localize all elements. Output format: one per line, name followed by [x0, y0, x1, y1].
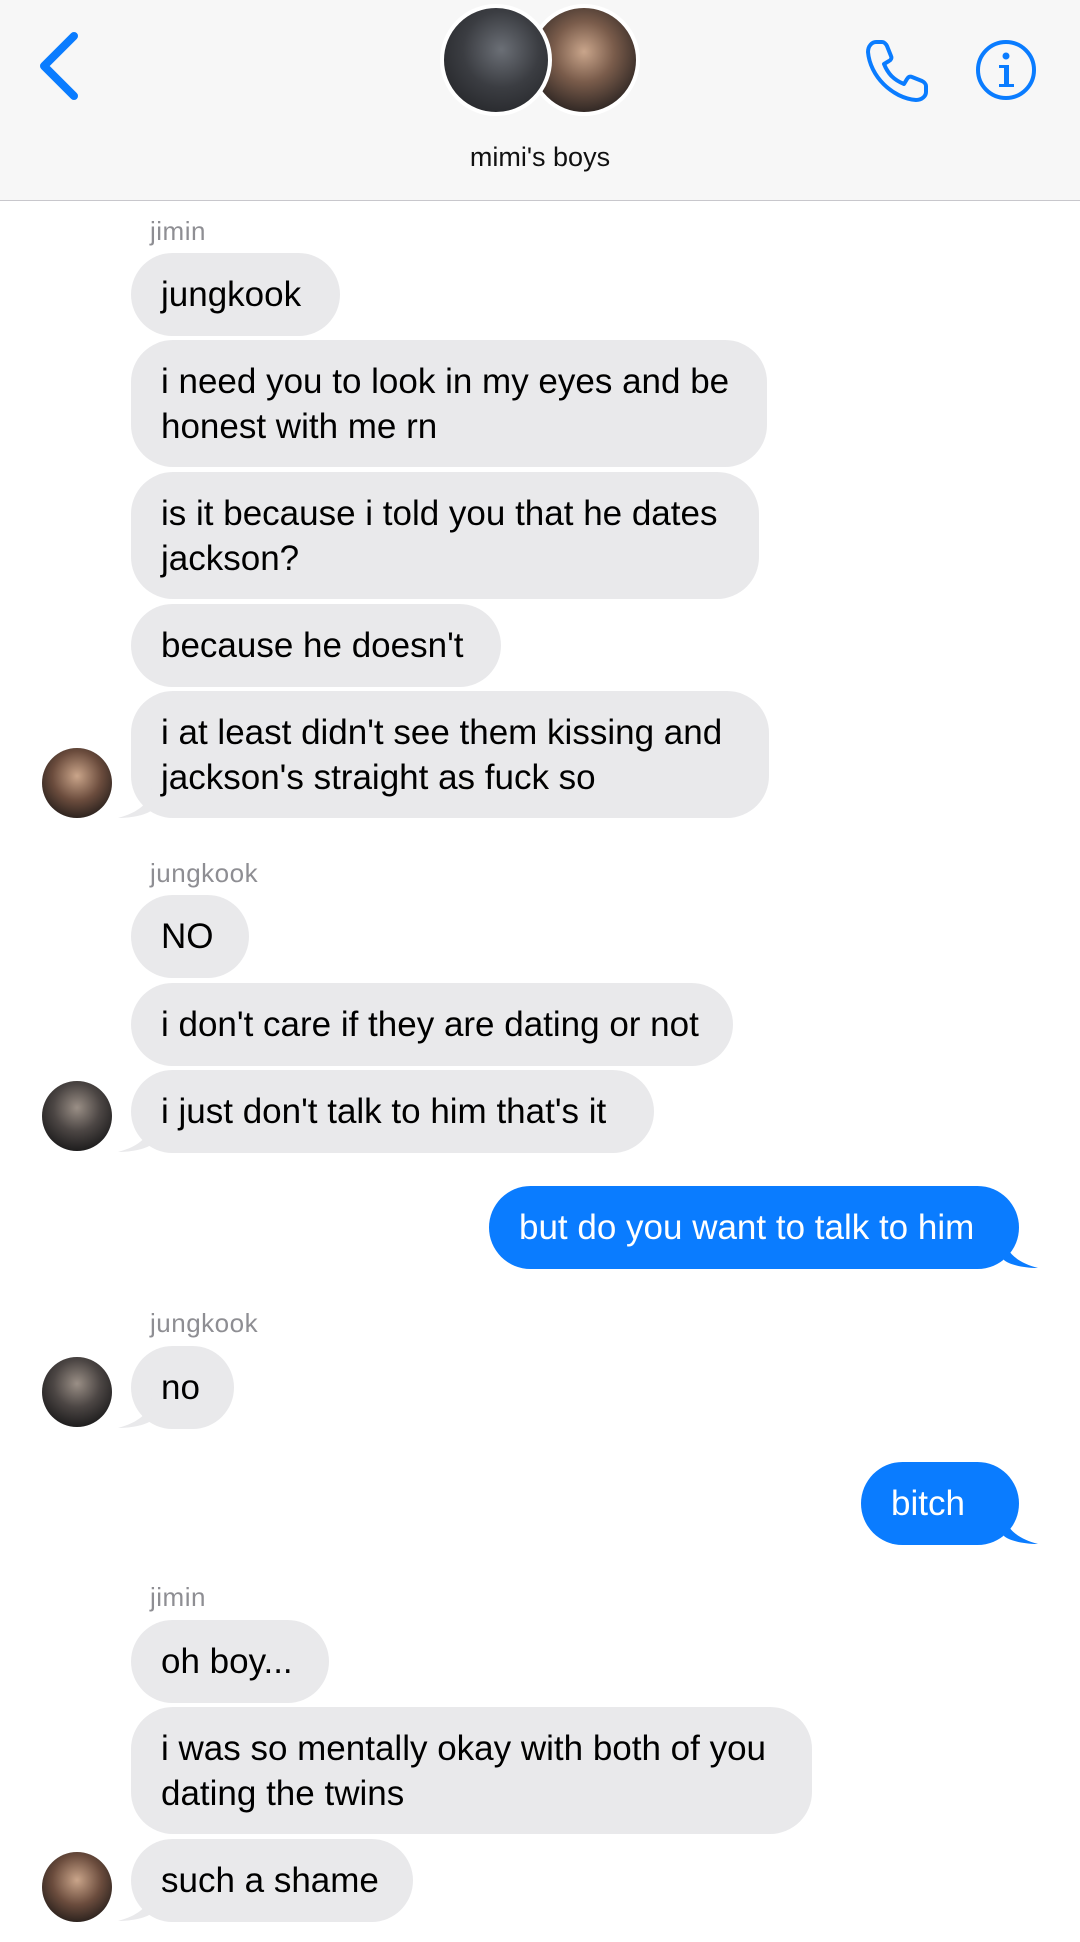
message-text: bitch — [891, 1484, 965, 1523]
avatar[interactable] — [42, 1357, 112, 1427]
message-text: jackson's straight as fuck so — [161, 758, 596, 797]
group-avatars[interactable] — [440, 4, 640, 124]
message-bubble[interactable]: i just don't talk to him that's it — [131, 1070, 654, 1153]
avatar[interactable] — [42, 1081, 112, 1151]
sender-name: jimin — [150, 216, 206, 246]
avatar[interactable] — [42, 1852, 112, 1922]
bubble-tail — [118, 1122, 152, 1152]
message-text: i don't care if they are dating or not — [161, 1005, 699, 1044]
message-text: dating the twins — [161, 1774, 405, 1813]
message-text: oh boy... — [161, 1642, 293, 1681]
info-icon — [976, 40, 1036, 100]
message-text: NO — [161, 917, 214, 956]
message-text: because he doesn't — [161, 626, 464, 665]
message-bubble[interactable]: i was so mentally okay with both of you … — [131, 1707, 812, 1834]
message-text: no — [161, 1368, 200, 1407]
message-bubble[interactable]: because he doesn't — [131, 604, 501, 687]
info-button[interactable] — [974, 38, 1038, 102]
avatar[interactable] — [42, 748, 112, 818]
message-bubble[interactable]: i don't care if they are dating or not — [131, 983, 733, 1066]
phone-icon — [866, 40, 928, 102]
group-name[interactable]: mimi's boys — [0, 142, 1080, 173]
conversation-header: mimi's boys — [0, 0, 1080, 201]
bubble-tail — [1004, 1238, 1038, 1268]
bubble-tail — [118, 1398, 152, 1428]
message-text: i was so mentally okay with both of you — [161, 1729, 767, 1768]
message-bubble[interactable]: bitch — [861, 1462, 1019, 1545]
sender-name: jungkook — [150, 858, 259, 888]
message-bubble[interactable]: i need you to look in my eyes and be hon… — [131, 340, 767, 467]
sender-name: jimin — [150, 1582, 206, 1612]
message-bubble[interactable]: but do you want to talk to him — [489, 1186, 1019, 1269]
bubble-tail — [118, 1891, 152, 1921]
message-text: honest with me rn — [161, 407, 438, 446]
message-text: jackson? — [161, 539, 300, 578]
message-text: i just don't talk to him that's it — [161, 1092, 607, 1131]
message-text: i need you to look in my eyes and be — [161, 362, 730, 401]
message-bubble[interactable]: jungkook — [131, 253, 340, 336]
message-bubble[interactable]: i at least didn't see them kissing and j… — [131, 691, 769, 818]
message-text: is it because i told you that he dates — [161, 494, 718, 533]
bubble-tail — [118, 788, 152, 818]
message-text: such a shame — [161, 1861, 379, 1900]
message-bubble[interactable]: such a shame — [131, 1839, 413, 1922]
sender-name: jungkook — [150, 1308, 259, 1338]
call-button[interactable] — [862, 36, 932, 106]
message-text: i at least didn't see them kissing and — [161, 713, 723, 752]
avatar — [440, 4, 552, 116]
message-bubble[interactable]: oh boy... — [131, 1620, 329, 1703]
back-button[interactable] — [30, 28, 90, 104]
message-text: jungkook — [161, 275, 302, 314]
message-text: but do you want to talk to him — [519, 1208, 975, 1247]
message-bubble[interactable]: is it because i told you that he dates j… — [131, 472, 759, 599]
bubble-tail — [1004, 1514, 1038, 1544]
message-bubble[interactable]: NO — [131, 895, 249, 978]
chevron-left-icon — [40, 32, 78, 100]
